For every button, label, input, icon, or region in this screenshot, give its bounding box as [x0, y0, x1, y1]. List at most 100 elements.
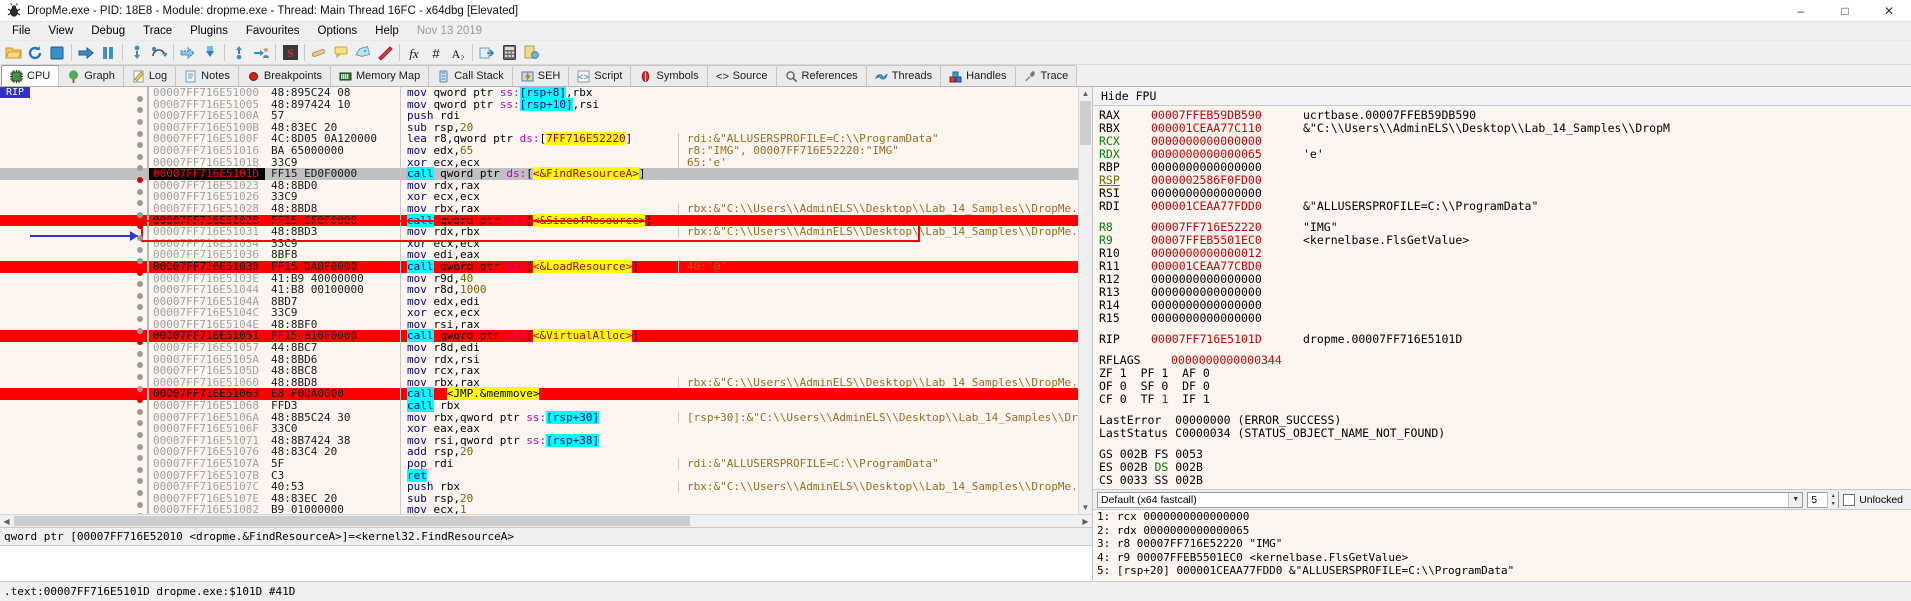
disassembly-row[interactable]: 00007FF716E51082 B9 01000000 mov ecx,1	[0, 504, 1078, 514]
flag-value[interactable]: 0	[1120, 379, 1127, 393]
menu-help[interactable]: Help	[366, 23, 408, 39]
registers-list[interactable]: RAX 00007FFEB59DB590 ucrtbase.00007FFEB59D…	[1093, 106, 1911, 489]
run-to-return-icon[interactable]	[199, 42, 221, 64]
breakpoint-dot-icon[interactable]	[137, 489, 143, 496]
breakpoint-dot-icon[interactable]	[137, 501, 143, 508]
argument-row[interactable]: 3: r8 00007FF716E52220 "IMG"	[1097, 537, 1911, 551]
flag-value[interactable]: 0	[1161, 379, 1168, 393]
argument-row[interactable]: 5: [rsp+20] 000001CEAA77FDD0 &"ALLUSERSP…	[1097, 564, 1911, 578]
breakpoint-dot-icon[interactable]	[137, 408, 143, 415]
disassembly-row[interactable]: 00007FF716E51000 48:895C24 08 mov qword pt…	[0, 87, 1078, 102]
label-icon[interactable]	[352, 42, 374, 64]
tab-threads[interactable]: Threads	[865, 65, 942, 86]
tab-seh[interactable]: SEH	[511, 65, 570, 86]
restart-icon[interactable]	[24, 42, 46, 64]
breakpoint-dot-icon[interactable]	[137, 350, 143, 357]
breakpoint-dot-icon[interactable]	[137, 211, 143, 218]
comment-icon[interactable]	[330, 42, 352, 64]
tab-graph[interactable]: Graph	[58, 65, 124, 86]
rflags-row[interactable]: RFLAGS 0000000000000344	[1099, 354, 1911, 367]
vscroll-thumb[interactable]	[1080, 101, 1091, 145]
unlocked-checkbox[interactable]	[1843, 493, 1856, 506]
run-to-user-code-icon[interactable]	[228, 42, 250, 64]
step-over-icon[interactable]	[148, 42, 170, 64]
breakpoint-dot-icon[interactable]	[137, 246, 143, 253]
flag-row[interactable]: ZF 1 PF 1 AF 0	[1099, 367, 1911, 380]
breakpoint-dot-icon[interactable]	[137, 130, 143, 137]
breakpoint-dot-icon[interactable]	[137, 327, 143, 334]
disassembly-vscrollbar[interactable]: ▲ ▼	[1078, 87, 1092, 514]
disassembly-row[interactable]: 00007FF716E51016 BA 65000000 mov edx,65 r8:…	[0, 145, 1078, 160]
step-into-icon[interactable]	[126, 42, 148, 64]
stepper-up-icon[interactable]: ▲	[1827, 491, 1839, 500]
tab-handles[interactable]: Handles	[940, 65, 1016, 86]
flag-row[interactable]: OF 0 SF 0 DF 0	[1099, 380, 1911, 393]
segment-row[interactable]: GS 002B FS 0053	[1099, 448, 1911, 461]
font-icon[interactable]: A₂	[447, 42, 469, 64]
run-icon[interactable]	[75, 42, 97, 64]
tab-breakpoints[interactable]: Breakpoints	[237, 65, 332, 86]
tab-trace[interactable]: Trace	[1014, 65, 1078, 86]
tab-memory-map[interactable]: Memory Map	[330, 65, 430, 86]
flag-value[interactable]: 1	[1161, 392, 1168, 406]
disassembly-list[interactable]: RIP 00007FF716E51000 48:895C24 08 mov qwor…	[0, 87, 1078, 514]
flag-value[interactable]: 0	[1203, 379, 1210, 393]
attach-icon[interactable]	[250, 42, 272, 64]
segment-row[interactable]: CS 0033 SS 002B	[1099, 474, 1911, 487]
disassembly-row[interactable]: 00007FF716E51028 48:8BD8 mov rbx,rax rbx:&"…	[0, 203, 1078, 218]
scroll-right-arrow[interactable]: ▶	[1079, 515, 1092, 527]
menu-debug[interactable]: Debug	[82, 23, 134, 39]
menu-plugins[interactable]: Plugins	[181, 23, 237, 39]
function-icon[interactable]: fx	[403, 42, 425, 64]
chevron-down-icon[interactable]: ▼	[1788, 492, 1803, 507]
scroll-left-arrow[interactable]: ◀	[0, 515, 13, 527]
tab-script[interactable]: <> Script	[568, 65, 632, 86]
disassembly-row[interactable]: 00007FF716E5101D FF15 ED0F0000 call qword …	[0, 167, 1078, 183]
flag-value[interactable]: 1	[1203, 392, 1210, 406]
breakpoint-dot-icon[interactable]	[137, 292, 143, 299]
unlocked-checkbox-wrap[interactable]: Unlocked	[1843, 493, 1907, 506]
disassembly-row[interactable]: 00007FF716E51044 41:B8 00100000 mov r8d,10…	[0, 284, 1078, 299]
argument-count-stepper[interactable]: 5 ▲ ▼	[1807, 491, 1840, 508]
preferences-icon[interactable]	[520, 42, 542, 64]
breakpoint-dot-icon[interactable]	[137, 374, 143, 381]
goto-icon[interactable]	[476, 42, 498, 64]
disassembly-row[interactable]: 00007FF716E5107A 5F pop rdi rdi:&"ALLUSERSP…	[0, 458, 1078, 473]
breakpoint-dot-icon[interactable]	[137, 269, 143, 276]
breakpoint-dot-icon[interactable]	[137, 466, 143, 473]
register-value[interactable]: 00007FF716E5101D	[1151, 333, 1303, 346]
pause-icon[interactable]	[97, 42, 119, 64]
breakpoint-dot-icon[interactable]	[137, 176, 143, 183]
scroll-up-arrow[interactable]: ▲	[1079, 87, 1092, 100]
bookmark-icon[interactable]	[374, 42, 396, 64]
segment-value[interactable]: 0053	[1175, 447, 1203, 461]
breakpoint-dot-icon[interactable]	[137, 432, 143, 439]
disassembly-hscrollbar[interactable]: ◀ ▶	[0, 514, 1092, 527]
segment-value[interactable]: 002B	[1120, 460, 1148, 474]
breakpoint-dot-icon[interactable]	[137, 188, 143, 195]
patch-icon[interactable]	[308, 42, 330, 64]
menu-options[interactable]: Options	[309, 23, 367, 39]
segment-value[interactable]: 002B	[1175, 473, 1203, 487]
register-row[interactable]: RIP 00007FF716E5101D dropme.00007FF716E510…	[1099, 333, 1911, 346]
segment-value[interactable]: 002B	[1120, 447, 1148, 461]
menu-file[interactable]: File	[3, 23, 40, 39]
flag-value[interactable]: 0	[1203, 366, 1210, 380]
close-button[interactable]: ✕	[1867, 0, 1911, 22]
menu-trace[interactable]: Trace	[134, 23, 181, 39]
menu-view[interactable]: View	[40, 23, 83, 39]
breakpoint-dot-icon[interactable]	[137, 443, 143, 450]
calling-convention-select[interactable]: Default (x64 fastcall) ▼	[1097, 491, 1804, 508]
disassembly-row[interactable]: 00007FF716E51057 44:8BC7 mov r8d,edi	[0, 342, 1078, 357]
tab-source[interactable]: <> Source	[706, 65, 777, 86]
stop-icon[interactable]	[46, 42, 68, 64]
argument-row[interactable]: 2: rdx 0000000000000065	[1097, 524, 1911, 538]
hash-icon[interactable]: #	[425, 42, 447, 64]
minimize-button[interactable]: –	[1779, 0, 1823, 22]
segment-value[interactable]: 0033	[1120, 473, 1148, 487]
register-row[interactable]: R15 0000000000000000	[1099, 312, 1911, 325]
scroll-down-arrow[interactable]: ▼	[1079, 501, 1092, 514]
argument-row[interactable]: 4: r9 00007FFEB5501EC0 <kernelbase.FlsGe…	[1097, 551, 1911, 565]
breakpoint-dot-icon[interactable]	[137, 153, 143, 160]
hide-fpu-button[interactable]: Hide FPU	[1093, 87, 1911, 106]
